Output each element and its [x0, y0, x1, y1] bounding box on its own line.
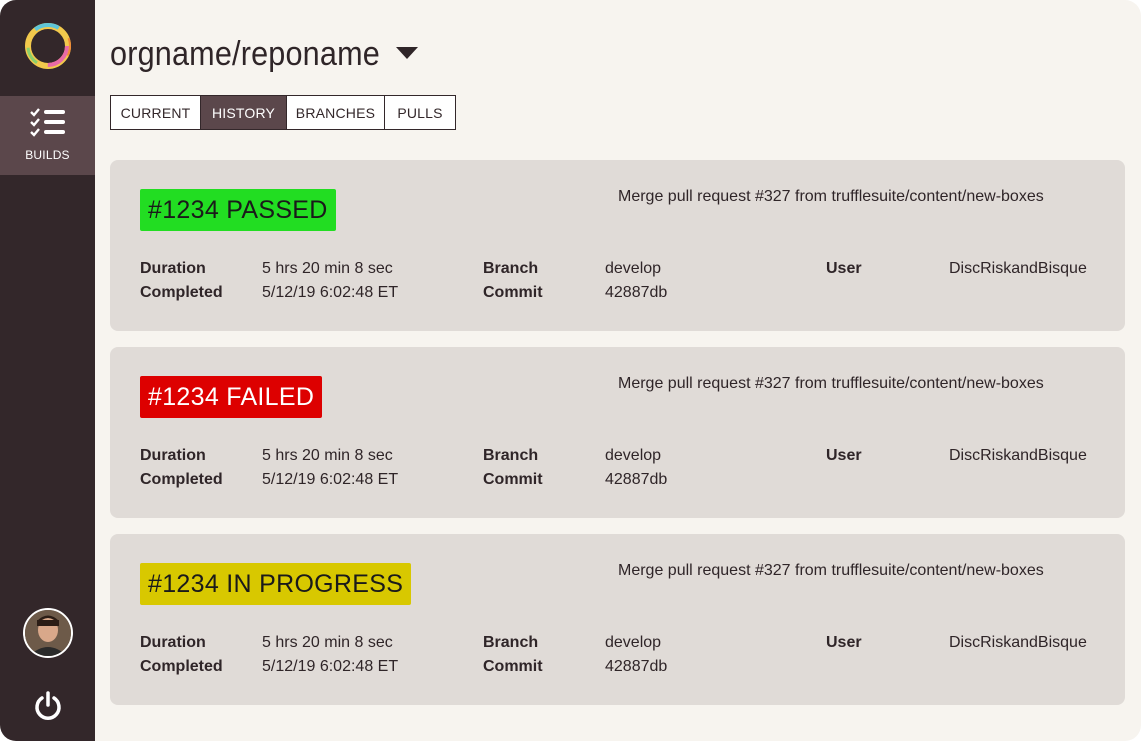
- build-card[interactable]: #1234 FAILED Merge pull request #327 fro…: [110, 347, 1125, 518]
- commit-value: 42887db: [605, 284, 668, 301]
- checklist-icon: [30, 108, 65, 137]
- branch-label: Branch: [483, 634, 539, 651]
- duration-value: 5 hrs 20 min 8 sec: [262, 260, 393, 277]
- build-card[interactable]: #1234 PASSED Merge pull request #327 fro…: [110, 160, 1125, 331]
- tab-branches[interactable]: BRANCHES: [286, 95, 385, 130]
- commit-label: Commit: [483, 284, 543, 301]
- user-value: DiscRiskandBisque: [949, 260, 1087, 277]
- build-card[interactable]: #1234 IN PROGRESS Merge pull request #32…: [110, 534, 1125, 705]
- repo-selector[interactable]: orgname/reponame: [110, 30, 418, 78]
- sidebar-item-label: BUILDS: [25, 148, 70, 162]
- avatar[interactable]: [23, 608, 73, 658]
- completed-value: 5/12/19 6:02:48 ET: [262, 471, 399, 488]
- status-badge: #1234 IN PROGRESS: [140, 563, 412, 605]
- app-window: BUILDS orgname/reponame CURRENT HISTORY …: [0, 0, 1141, 741]
- duration-value: 5 hrs 20 min 8 sec: [262, 634, 393, 651]
- branch-label: Branch: [483, 260, 539, 277]
- status-badge: #1234 PASSED: [140, 189, 336, 231]
- duration-label: Duration: [140, 447, 206, 464]
- user-label: User: [826, 447, 862, 464]
- completed-label: Completed: [140, 658, 223, 675]
- logo-icon[interactable]: [22, 20, 74, 72]
- duration-label: Duration: [140, 634, 206, 651]
- branch-value: develop: [605, 447, 662, 464]
- commit-message: Merge pull request #327 from trufflesuit…: [618, 375, 1044, 392]
- caret-down-icon: [395, 47, 418, 59]
- commit-message: Merge pull request #327 from trufflesuit…: [618, 562, 1044, 579]
- completed-label: Completed: [140, 284, 223, 301]
- tab-history[interactable]: HISTORY: [200, 95, 287, 130]
- branch-label: Branch: [483, 447, 539, 464]
- page-title: orgname/reponame: [110, 34, 380, 73]
- sidebar: BUILDS: [0, 0, 95, 741]
- user-value: DiscRiskandBisque: [949, 447, 1087, 464]
- tab-current[interactable]: CURRENT: [110, 95, 201, 130]
- duration-value: 5 hrs 20 min 8 sec: [262, 447, 393, 464]
- tab-bar: CURRENT HISTORY BRANCHES PULLS: [110, 95, 456, 130]
- commit-label: Commit: [483, 471, 543, 488]
- branch-value: develop: [605, 260, 662, 277]
- completed-label: Completed: [140, 471, 223, 488]
- user-value: DiscRiskandBisque: [949, 634, 1087, 651]
- commit-message: Merge pull request #327 from trufflesuit…: [618, 188, 1044, 205]
- tab-pulls[interactable]: PULLS: [384, 95, 456, 130]
- status-badge: #1234 FAILED: [140, 376, 323, 418]
- commit-label: Commit: [483, 658, 543, 675]
- user-label: User: [826, 260, 862, 277]
- completed-value: 5/12/19 6:02:48 ET: [262, 658, 399, 675]
- duration-label: Duration: [140, 260, 206, 277]
- completed-value: 5/12/19 6:02:48 ET: [262, 284, 399, 301]
- user-label: User: [826, 634, 862, 651]
- commit-value: 42887db: [605, 658, 668, 675]
- sidebar-item-builds[interactable]: BUILDS: [0, 96, 95, 175]
- power-icon[interactable]: [32, 690, 64, 722]
- avatar-image: [25, 610, 71, 656]
- branch-value: develop: [605, 634, 662, 651]
- commit-value: 42887db: [605, 471, 668, 488]
